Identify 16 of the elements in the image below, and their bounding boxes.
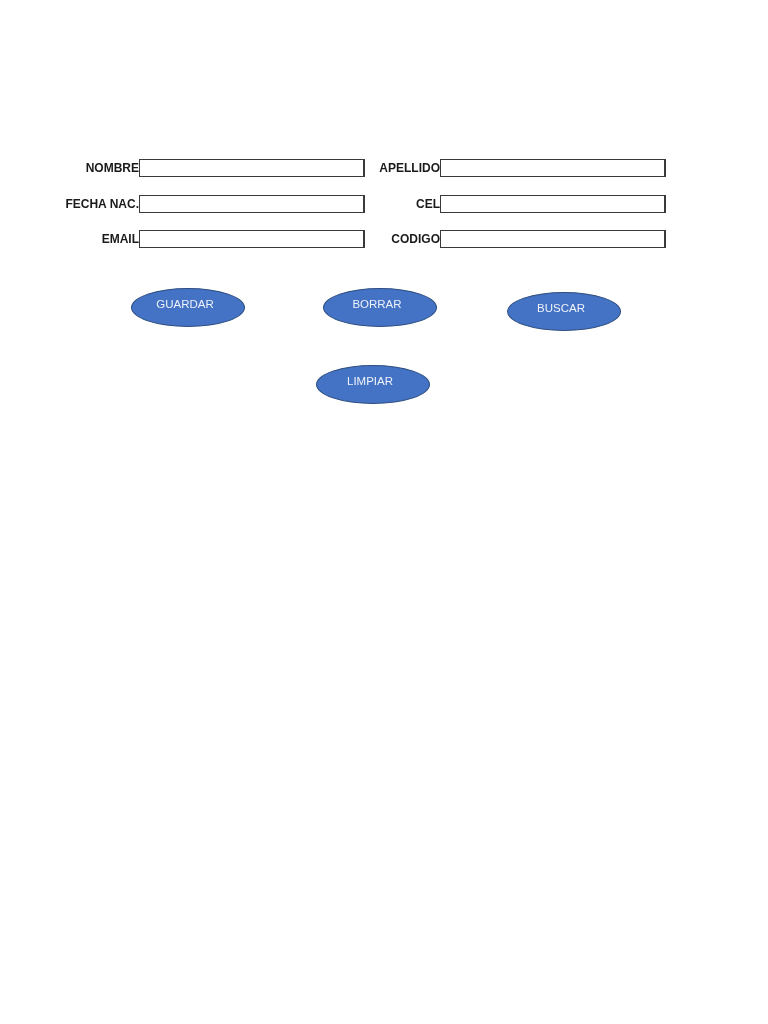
field-label: FECHA NAC. [65, 196, 139, 211]
oval-button[interactable]: BUSCAR [507, 292, 621, 331]
input-field[interactable] [139, 194, 365, 213]
oval-button[interactable]: LIMPIAR [316, 365, 430, 404]
field-label: CEL [416, 196, 440, 211]
input-field[interactable] [440, 230, 666, 248]
input-field[interactable] [139, 159, 365, 177]
input-field[interactable] [440, 159, 666, 177]
input-field[interactable] [440, 194, 666, 213]
field-label: APELLIDO [379, 161, 440, 175]
field-label: EMAIL [101, 232, 139, 246]
field-label: CODIGO [391, 232, 440, 246]
field-label: NOMBRE [85, 161, 139, 175]
input-field[interactable] [139, 230, 365, 248]
oval-button[interactable]: BORRAR [323, 288, 437, 327]
oval-button[interactable]: GUARDAR [131, 288, 245, 327]
